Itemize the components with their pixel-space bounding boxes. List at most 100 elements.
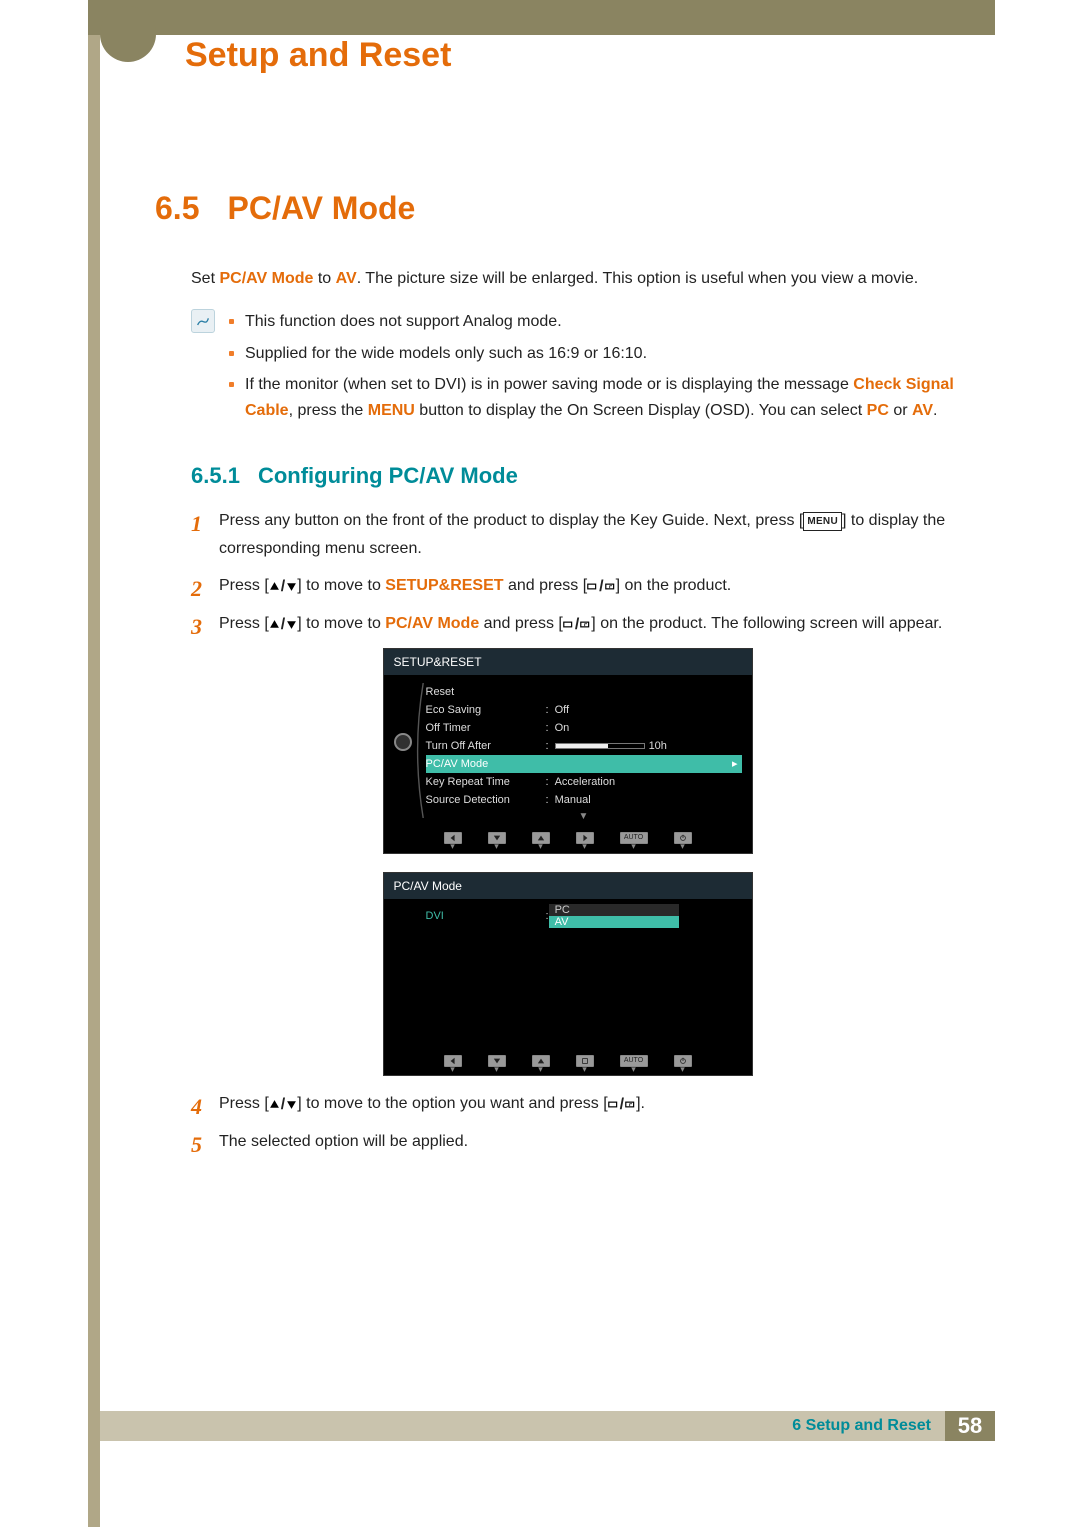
osd-input-row: DVI : PCAV [426, 907, 742, 925]
subsection-number: 6.5.1 [191, 463, 240, 489]
step-text: and press [ [479, 615, 563, 632]
osd-key-auto: AUTO▾ [620, 832, 648, 849]
step: 3 Press [/] to move to PC/AV Mode and pr… [191, 610, 980, 638]
steps-list: 1 Press any button on the front of the p… [191, 507, 980, 638]
step-text: ] to move to [297, 577, 385, 594]
note-text: . [933, 402, 937, 419]
step: 2 Press [/] to move to SETUP&RESET and p… [191, 572, 980, 600]
step: 4 Press [/] to move to the option you wa… [191, 1090, 980, 1118]
osd-key-back: ▾ [444, 832, 462, 849]
step-number: 3 [191, 608, 202, 645]
osd-body: DVI : PCAV [384, 899, 752, 1049]
osd-key-back: ▾ [444, 1055, 462, 1072]
up-down-icon: / [269, 1091, 297, 1118]
osd-menu-row: Eco Saving:Off [426, 701, 742, 719]
up-down-icon: / [269, 611, 297, 638]
osd-menu-row: Key Repeat Time:Acceleration [426, 773, 742, 791]
intro-keyword: AV [336, 270, 357, 287]
header-bar [100, 0, 995, 35]
page-content: 6.5 PC/AV Mode Set PC/AV Mode to AV. The… [155, 190, 980, 1165]
osd-pcav-mode: PC/AV Mode DVI : PCAV ▾ ▾ ▾ ▾ AUTO▾ ▾ [383, 872, 753, 1077]
note-list: This function does not support Analog mo… [229, 309, 980, 429]
step-text: Press [ [219, 577, 269, 594]
step-number: 2 [191, 570, 202, 607]
step-text: ] on the product. [616, 577, 732, 594]
page-number: 58 [945, 1411, 995, 1441]
step-number: 1 [191, 505, 202, 542]
step: 1 Press any button on the front of the p… [191, 507, 980, 561]
intro-text: to [313, 270, 335, 287]
step-text: Press any button on the front of the pro… [219, 512, 803, 529]
chapter-title: Setup and Reset [185, 36, 451, 75]
section-title: PC/AV Mode [227, 190, 415, 227]
osd-key-up: ▾ [532, 832, 550, 849]
footer-chapter: 6 Setup and Reset [792, 1417, 945, 1435]
step-text: Press [ [219, 1095, 269, 1112]
menu-button-chip: MENU [803, 512, 842, 531]
subsection-title: Configuring PC/AV Mode [258, 463, 518, 489]
note-item: If the monitor (when set to DVI) is in p… [229, 372, 980, 423]
osd-menu-row: Source Detection:Manual [426, 791, 742, 809]
step-text: Press [ [219, 615, 269, 632]
bracket-icon [412, 683, 426, 818]
page-footer: 6 Setup and Reset 58 [100, 1411, 995, 1441]
step-text: ] to move to [297, 615, 385, 632]
osd-menu-row: Turn Off After:10h [426, 737, 742, 755]
osd-key-power: ▾ [674, 832, 692, 849]
note-icon [191, 309, 215, 333]
section-heading: 6.5 PC/AV Mode [155, 190, 980, 227]
source-enter-icon: / [608, 1091, 636, 1118]
osd-key-power: ▾ [674, 1055, 692, 1072]
osd-key-enter: ▾ [576, 1055, 594, 1072]
note-text: or [889, 402, 912, 419]
osd-option: PC [549, 904, 679, 916]
up-down-icon: / [269, 573, 297, 600]
note-keyword: PC [867, 402, 889, 419]
source-enter-icon: / [563, 611, 591, 638]
subsection-heading: 6.5.1 Configuring PC/AV Mode [191, 463, 980, 489]
osd-input-label: DVI [426, 910, 546, 922]
intro-text: Set [191, 270, 219, 287]
gear-icon [394, 733, 412, 751]
osd-menu-row: Off Timer:On [426, 719, 742, 737]
note-text: , press the [289, 402, 368, 419]
osd-key-right: ▾ [576, 832, 594, 849]
step-text: and press [ [504, 577, 588, 594]
note-text: If the monitor (when set to DVI) is in p… [245, 376, 853, 393]
osd-menu-row: Reset [426, 683, 742, 701]
step-target: PC/AV Mode [385, 615, 479, 632]
note-text: button to display the On Screen Display … [415, 402, 867, 419]
note-keyword: AV [912, 402, 933, 419]
osd-body: ResetEco Saving:OffOff Timer:OnTurn Off … [384, 675, 752, 826]
note-block: This function does not support Analog mo… [191, 309, 980, 429]
osd-key-guide: ▾ ▾ ▾ ▾ AUTO▾ ▾ [384, 826, 752, 853]
osd-key-guide: ▾ ▾ ▾ ▾ AUTO▾ ▾ [384, 1049, 752, 1076]
source-enter-icon: / [587, 573, 615, 600]
note-item: This function does not support Analog mo… [229, 309, 980, 335]
osd-setup-reset: SETUP&RESET ResetEco Saving:OffOff Timer… [383, 648, 753, 854]
note-item: Supplied for the wide models only such a… [229, 341, 980, 367]
step-target: SETUP&RESET [385, 577, 503, 594]
left-margin-bar [88, 0, 100, 1527]
left-margin-bar-top [88, 0, 100, 35]
osd-title: PC/AV Mode [384, 873, 752, 899]
step-text: ] to move to the option you want and pre… [297, 1095, 607, 1112]
step-text: ] on the product. The following screen w… [591, 615, 942, 632]
section-number: 6.5 [155, 190, 199, 227]
intro-keyword: PC/AV Mode [219, 270, 313, 287]
osd-key-up: ▾ [532, 1055, 550, 1072]
osd-screenshots: SETUP&RESET ResetEco Saving:OffOff Timer… [383, 648, 753, 1076]
step-number: 4 [191, 1088, 202, 1125]
chapter-number-badge [100, 6, 156, 62]
note-keyword: MENU [368, 402, 415, 419]
step-number: 5 [191, 1126, 202, 1163]
osd-key-auto: AUTO▾ [620, 1055, 648, 1072]
osd-option: AV [549, 916, 679, 928]
osd-key-down: ▾ [488, 832, 506, 849]
osd-title: SETUP&RESET [384, 649, 752, 675]
scroll-down-icon: ▼ [426, 811, 742, 822]
osd-key-down: ▾ [488, 1055, 506, 1072]
step-text: ]. [636, 1095, 645, 1112]
osd-menu-row: PC/AV Mode▸ [426, 755, 742, 773]
intro-text: . The picture size will be enlarged. Thi… [357, 270, 918, 287]
